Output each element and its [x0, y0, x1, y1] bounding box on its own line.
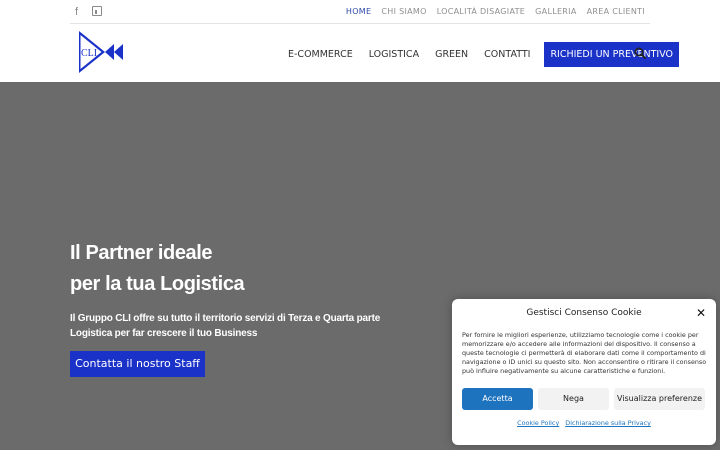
hero-title-line: per la tua Logistica	[70, 273, 245, 295]
cookie-title: Gestisci Consenso Cookie	[526, 308, 642, 318]
cookie-buttons: Accetta Nega Visualizza preferenze	[462, 388, 705, 410]
nav-logistica[interactable]: LOGISTICA	[369, 49, 419, 60]
privacy-statement-link[interactable]: Dichiarazione sulla Privacy	[565, 419, 651, 427]
nav-green[interactable]: GREEN	[435, 49, 468, 60]
search-icon[interactable]	[634, 47, 646, 59]
linkedin-icon[interactable]	[92, 6, 103, 16]
view-preferences-button[interactable]: Visualizza preferenze	[614, 388, 705, 410]
top-nav: HOME CHI SIAMO LOCALITÀ DISAGIATE GALLER…	[346, 7, 645, 16]
logo[interactable]: CLI	[78, 30, 126, 74]
hero-title: Il Partner ideale per la tua Logistica	[70, 238, 245, 300]
accept-button[interactable]: Accetta	[462, 388, 533, 410]
top-nav-localita-disagiate[interactable]: LOCALITÀ DISAGIATE	[437, 7, 525, 16]
top-bar: f HOME CHI SIAMO LOCALITÀ DISAGIATE GALL…	[70, 0, 650, 24]
top-nav-chi-siamo[interactable]: CHI SIAMO	[381, 7, 426, 16]
top-nav-home[interactable]: HOME	[346, 7, 371, 16]
logo-text: CLI	[81, 48, 97, 59]
hero-subtitle: Il Gruppo CLI offre su tutto il territor…	[70, 311, 380, 341]
close-icon[interactable]: ✕	[696, 307, 706, 319]
cookie-consent-dialog: Gestisci Consenso Cookie ✕ Per fornire l…	[452, 299, 716, 445]
hero-title-line: Il Partner ideale	[70, 242, 213, 264]
nav-ecommerce[interactable]: E-COMMERCE	[288, 49, 353, 60]
main-nav: E-COMMERCE LOGISTICA GREEN CONTATTI RICH…	[288, 42, 680, 67]
social-links: f	[75, 5, 103, 19]
cookie-text: Per fornire le migliori esperienze, util…	[462, 331, 707, 375]
deny-button[interactable]: Nega	[538, 388, 609, 410]
contact-staff-button[interactable]: Contatta il nostro Staff	[70, 351, 205, 377]
request-quote-button[interactable]: RICHIEDI UN PREVENTIVO	[544, 42, 680, 67]
hero-subtitle-line: Il Gruppo CLI offre su tutto il territor…	[70, 313, 381, 324]
cookie-policy-link[interactable]: Cookie Policy	[517, 419, 559, 427]
top-nav-area-clienti[interactable]: AREA CLIENTI	[587, 7, 645, 16]
main-header: CLI E-COMMERCE LOGISTICA GREEN CONTATTI …	[0, 25, 720, 82]
logo-icon: CLI	[79, 31, 123, 73]
hero-subtitle-line: Logistica per far crescere il tuo Busine…	[70, 328, 258, 339]
facebook-icon[interactable]: f	[75, 5, 78, 19]
top-nav-galleria[interactable]: GALLERIA	[535, 7, 576, 16]
cookie-links: Cookie Policy Dichiarazione sulla Privac…	[452, 419, 716, 427]
nav-contatti[interactable]: CONTATTI	[484, 49, 530, 60]
